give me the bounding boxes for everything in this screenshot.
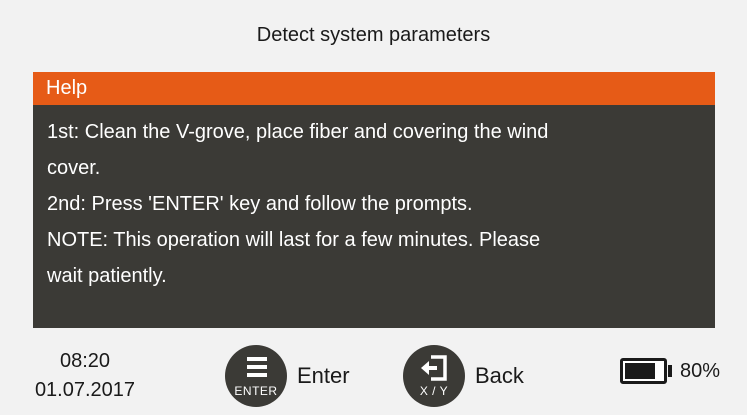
clock-date: 01.07.2017 — [34, 379, 136, 401]
enter-key-caption: ENTER — [234, 384, 278, 398]
clock-time: 08:20 — [59, 350, 111, 372]
enter-label: Enter — [297, 363, 350, 388]
back-label: Back — [475, 363, 524, 388]
battery-indicator: 80% — [620, 358, 720, 384]
datetime: 08:20 01.07.2017 — [0, 347, 170, 405]
battery-icon — [620, 358, 667, 384]
battery-fill — [625, 363, 655, 379]
back-key-caption: X / Y — [419, 384, 449, 398]
back-button[interactable]: X / Y Back — [403, 344, 524, 408]
help-line: wait patiently. — [47, 265, 167, 287]
help-line: 1st: Clean the V-grove, place fiber and … — [47, 121, 549, 143]
battery-percent: 80% — [680, 359, 721, 382]
help-line: cover. — [47, 157, 101, 179]
menu-lines-icon: ENTER — [225, 345, 287, 407]
help-body: 1st: Clean the V-grove, place fiber and … — [33, 105, 715, 294]
exit-arrow-icon: X / Y — [403, 345, 465, 407]
page-title: Detect system parameters — [256, 24, 491, 46]
help-line: NOTE: This operation will last for a few… — [47, 229, 541, 251]
help-line: 2nd: Press 'ENTER' key and follow the pr… — [47, 193, 473, 215]
footer-bar: 08:20 01.07.2017 ENTER Enter X / Y Back — [0, 335, 747, 415]
enter-button[interactable]: ENTER Enter — [225, 344, 350, 408]
help-header: Help — [33, 72, 715, 105]
help-panel: Help 1st: Clean the V-grove, place fiber… — [33, 72, 715, 328]
battery-tip — [668, 365, 672, 377]
